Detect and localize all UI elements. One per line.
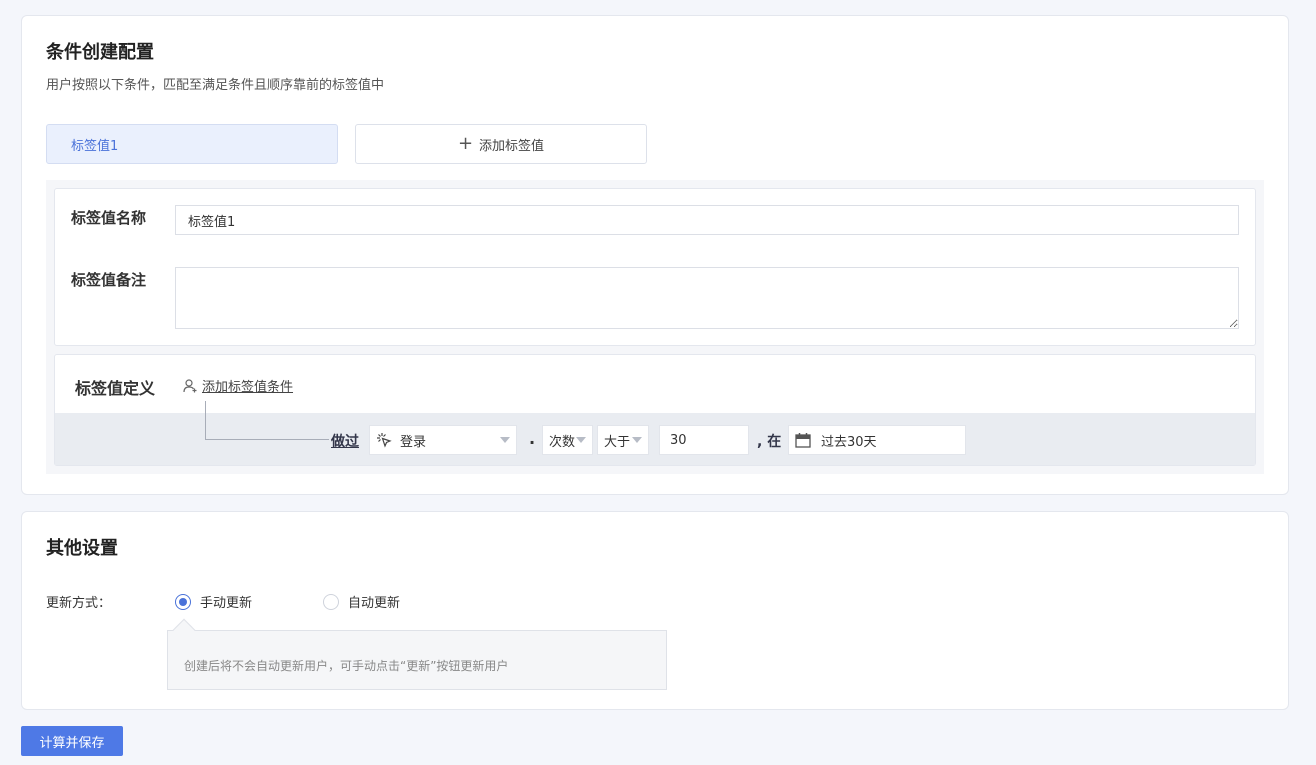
section-title: 其他设置 — [46, 538, 118, 559]
calendar-icon — [795, 433, 811, 448]
operator-select[interactable]: 大于 — [597, 425, 649, 455]
update-mode-label: 更新方式： — [46, 596, 112, 611]
value-text: 30 — [670, 432, 687, 448]
metric-select[interactable]: 次数 — [542, 425, 593, 455]
chevron-down-icon — [576, 437, 586, 443]
time-range-picker[interactable]: 过去30天 — [788, 425, 966, 455]
tip-text: 创建后将不会自动更新用户，可手动点击“更新”按钮更新用户 — [184, 659, 509, 673]
tag-basic-info: 标签值名称 标签值备注 — [54, 188, 1256, 346]
add-tag-value-button[interactable]: + 添加标签值 — [355, 124, 647, 164]
radio-checked-icon — [175, 593, 191, 610]
calculate-save-button[interactable]: 计算并保存 — [21, 726, 123, 756]
value-input[interactable]: 30 — [659, 425, 749, 455]
connector-line — [205, 401, 206, 439]
tag-editor-panel: 标签值名称 标签值备注 标签值定义 添加标签值条件 做过 — [46, 180, 1264, 474]
user-add-icon — [183, 378, 197, 392]
condition-config-card: 条件创建配置 用户按照以下条件，匹配至满足条件且顺序靠前的标签值中 标签值1 +… — [21, 15, 1289, 495]
radio-manual-update[interactable]: 手动更新 — [175, 592, 252, 611]
add-condition-label: 添加标签值条件 — [202, 380, 294, 395]
radio-unchecked-icon — [323, 593, 339, 610]
update-tip: 创建后将不会自动更新用户，可手动点击“更新”按钮更新用户 — [167, 630, 667, 690]
definition-label: 标签值定义 — [75, 379, 156, 398]
other-settings-card: 其他设置 更新方式： 手动更新 自动更新 创建后将不会自动更新用户，可手动点击“… — [21, 511, 1289, 710]
tag-tab-1[interactable]: 标签值1 — [46, 124, 338, 164]
radio-auto-update[interactable]: 自动更新 — [323, 592, 400, 611]
tag-name-input[interactable] — [175, 205, 1239, 235]
separator: . — [529, 429, 536, 448]
metric-value: 次数 — [549, 434, 576, 450]
click-icon — [377, 433, 392, 448]
add-condition-link[interactable]: 添加标签值条件 — [183, 376, 293, 395]
connector-line — [205, 439, 329, 440]
event-value: 登录 — [400, 434, 427, 450]
add-tag-value-label: 添加标签值 — [479, 138, 545, 154]
plus-icon: + — [457, 133, 474, 154]
name-label: 标签值名称 — [71, 209, 147, 227]
section-title: 条件创建配置 — [46, 42, 154, 63]
do-toggle[interactable]: 做过 — [331, 431, 359, 451]
tag-definition: 标签值定义 添加标签值条件 做过 登录 . 次数 大于 30 , 在 过去30天 — [54, 354, 1256, 466]
time-range-value: 过去30天 — [821, 434, 877, 450]
radio-label: 自动更新 — [348, 596, 401, 611]
in-label: , 在 — [757, 434, 782, 450]
remark-label: 标签值备注 — [71, 271, 147, 289]
tag-remark-textarea[interactable] — [175, 267, 1239, 329]
radio-label: 手动更新 — [200, 596, 253, 611]
section-subtitle: 用户按照以下条件，匹配至满足条件且顺序靠前的标签值中 — [46, 78, 385, 93]
operator-value: 大于 — [604, 434, 631, 450]
event-select[interactable]: 登录 — [369, 425, 517, 455]
tag-tab-label: 标签值1 — [71, 138, 119, 154]
chevron-down-icon — [632, 437, 642, 443]
chevron-down-icon — [500, 437, 510, 443]
